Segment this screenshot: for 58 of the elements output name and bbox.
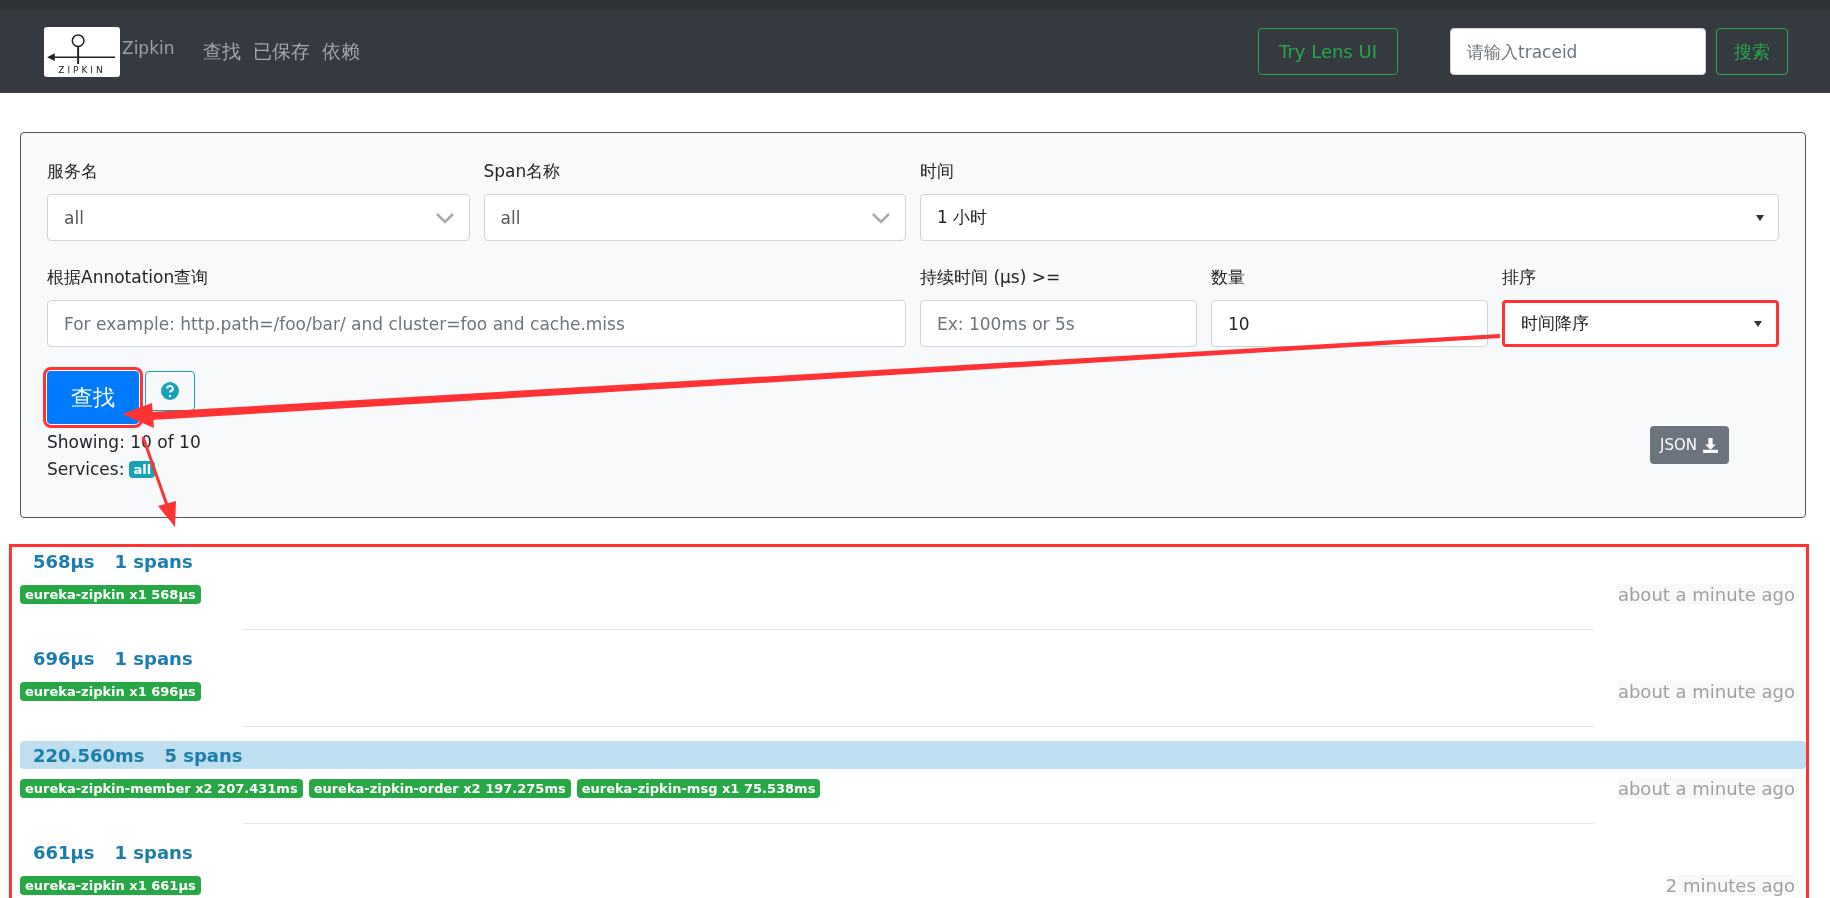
field-label: 持续时间 (μs) >= <box>920 266 1061 289</box>
field-label: 排序 <box>1502 266 1536 289</box>
field-label: 数量 <box>1211 266 1245 289</box>
trace-time: about a minute ago <box>1617 777 1795 799</box>
service-duration-badge: eureka-zipkin x1 568μs <box>20 584 201 604</box>
input-field[interactable]: Ex: 100ms or 5s <box>920 300 1197 347</box>
span-count: 5 spans <box>164 744 243 766</box>
dropdown-arrow-icon <box>1756 214 1764 221</box>
dropdown-field[interactable]: all <box>47 194 470 241</box>
dropdown-field[interactable]: 1 小时 <box>920 194 1779 241</box>
service-duration-badge: eureka-zipkin-order x2 197.275ms <box>308 778 571 798</box>
logo-text: ZIPKIN <box>58 64 106 76</box>
dropdown-value: 1 小时 <box>937 206 989 229</box>
service-duration-badge: eureka-zipkin x1 696μs <box>20 681 201 701</box>
trace-time: about a minute ago <box>1617 583 1795 605</box>
brand-name[interactable]: Zipkin <box>122 37 175 58</box>
dropdown-arrow-icon <box>1754 320 1762 327</box>
download-icon <box>1702 436 1719 454</box>
span-count: 1 spans <box>114 550 193 572</box>
service-duration-badge: eureka-zipkin-msg x1 75.538ms <box>576 778 821 798</box>
trace-title-bar[interactable]: 568μs 1 spans <box>20 547 1806 575</box>
service-duration-badge: eureka-zipkin-member x2 207.431ms <box>20 778 303 798</box>
field-label: 时间 <box>920 160 954 183</box>
field-label: Span名称 <box>483 160 561 183</box>
dropdown-value: all <box>500 207 522 228</box>
trace-duration: 220.560ms <box>33 744 145 766</box>
traceid-search-field[interactable]: 请输入traceid <box>1450 28 1706 75</box>
trace-title-bar[interactable]: 661μs 1 spans <box>20 838 1806 866</box>
chevron-down-icon <box>434 211 455 224</box>
nav-link[interactable]: 已保存 <box>252 38 310 65</box>
dropdown-value: 时间降序 <box>1521 312 1590 335</box>
trace-duration: 661μs <box>33 841 95 863</box>
trace-title-bar[interactable]: 220.560ms 5 spans <box>20 741 1806 769</box>
dropdown-field[interactable]: all <box>483 194 906 241</box>
input-field[interactable]: 10 <box>1211 300 1488 347</box>
span-count: 1 spans <box>114 841 193 863</box>
trace-time: 2 minutes ago <box>1665 874 1795 896</box>
field-label: 服务名 <box>47 160 98 183</box>
dropdown-value: all <box>64 207 85 228</box>
nav-link[interactable]: 查找 <box>202 38 241 65</box>
span-count: 1 spans <box>114 647 193 669</box>
field-label: 根据Annotation查询 <box>47 266 209 289</box>
nav-link[interactable]: 依赖 <box>321 38 360 65</box>
dropdown-field[interactable]: 时间降序 <box>1502 300 1779 347</box>
trace-duration: 696μs <box>33 647 95 669</box>
service-duration-badge: eureka-zipkin x1 661μs <box>20 875 201 895</box>
search-button[interactable]: 搜索 <box>1716 28 1788 75</box>
chevron-down-icon <box>871 211 891 224</box>
help-icon <box>160 381 180 401</box>
services-label: Services: <box>47 458 125 481</box>
try-lens-button[interactable]: Try Lens UI <box>1258 28 1398 75</box>
zipkin-logo[interactable]: ZIPKIN <box>44 26 120 77</box>
trace-duration: 568μs <box>33 550 95 572</box>
trace-time: about a minute ago <box>1617 680 1795 702</box>
service-badge[interactable]: all <box>129 460 156 478</box>
json-download-button[interactable]: JSON <box>1650 426 1729 464</box>
input-field[interactable]: For example: http.path=/foo/bar/ and cluster=foo and cache.miss <box>47 300 906 347</box>
trace-title-bar[interactable]: 696μs 1 spans <box>20 644 1806 672</box>
